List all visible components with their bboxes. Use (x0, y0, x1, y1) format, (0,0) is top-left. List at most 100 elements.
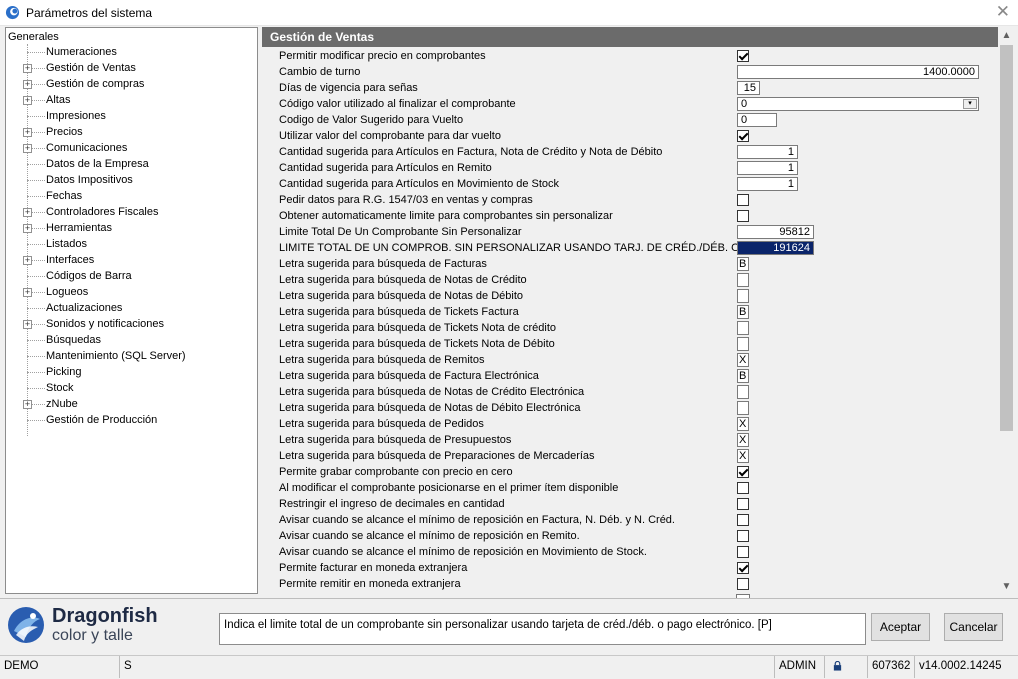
accept-button[interactable]: Aceptar (871, 613, 930, 641)
tree-item-codigos-de-barra[interactable]: Códigos de Barra (6, 268, 256, 284)
tree-item-picking[interactable]: Picking (6, 364, 256, 380)
scroll-up-icon[interactable]: ▲ (998, 27, 1015, 44)
tree-item-datos-impositivos[interactable]: Datos Impositivos (6, 172, 256, 188)
expand-icon[interactable]: + (23, 400, 32, 409)
property-checkbox[interactable] (737, 530, 749, 542)
letter-field[interactable]: B (737, 257, 749, 271)
letter-field[interactable] (737, 321, 749, 335)
letter-field[interactable] (737, 273, 749, 287)
tree-item-altas[interactable]: + Altas (6, 92, 256, 108)
category-tree[interactable]: Generales Numeraciones + Gestión de Ventas… (5, 27, 258, 594)
status-mode: DEMO (0, 656, 120, 678)
number-input[interactable]: 95812 (737, 225, 814, 239)
property-checkbox[interactable] (737, 130, 749, 142)
property-checkbox[interactable] (737, 514, 749, 526)
tree-item-gestion-de-produccion[interactable]: Gestión de Producción (6, 412, 256, 428)
letter-field[interactable] (737, 385, 749, 399)
tree-connector (27, 308, 45, 309)
number-input[interactable]: 1 (737, 161, 798, 175)
tree-item-busquedas[interactable]: Búsquedas (6, 332, 256, 348)
letter-field[interactable]: B (737, 369, 749, 383)
property-checkbox[interactable] (737, 546, 749, 558)
property-label: Letra sugerida para búsqueda de Remitos (279, 354, 485, 366)
expand-icon[interactable]: + (23, 144, 32, 153)
tree-item-label: Actualizaciones (46, 302, 123, 314)
tree-item-label: Altas (46, 94, 71, 106)
property-grid[interactable]: Permitir modificar precio en comprobante… (262, 47, 998, 595)
expand-icon[interactable]: + (23, 208, 32, 217)
chevron-down-icon[interactable]: ▾ (963, 99, 977, 109)
letter-field[interactable] (737, 337, 749, 351)
title-bar: Parámetros del sistema ✕ (0, 0, 1018, 26)
app-icon (5, 5, 20, 20)
expand-icon[interactable]: + (23, 96, 32, 105)
tree-item-stock[interactable]: Stock (6, 380, 256, 396)
tree-item-actualizaciones[interactable]: Actualizaciones (6, 300, 256, 316)
property-checkbox[interactable] (737, 578, 749, 590)
expand-icon[interactable]: + (23, 224, 32, 233)
letter-field[interactable]: X (737, 449, 749, 463)
letter-field[interactable] (737, 289, 749, 303)
expand-icon[interactable]: + (23, 320, 32, 329)
expand-icon[interactable]: + (23, 128, 32, 137)
tree-item-impresiones[interactable]: Impresiones (6, 108, 256, 124)
tree-item-listados[interactable]: Listados (6, 236, 256, 252)
dropdown-value: 0 (741, 98, 748, 110)
tree-item-logueos[interactable]: + Logueos (6, 284, 256, 300)
property-label: Letra sugerida para búsqueda de Tickets … (279, 322, 557, 334)
property-checkbox[interactable] (737, 498, 749, 510)
letter-field[interactable]: B (737, 305, 749, 319)
property-checkbox[interactable] (737, 50, 749, 62)
expand-icon[interactable]: + (23, 64, 32, 73)
tree-item-interfaces[interactable]: + Interfaces (6, 252, 256, 268)
letter-field[interactable]: X (737, 353, 749, 367)
status-bar: DEMO S ADMIN 607362 v14.0002.14245 (0, 655, 1018, 679)
tree-item-precios[interactable]: + Precios (6, 124, 256, 140)
property-checkbox[interactable] (737, 466, 749, 478)
property-checkbox[interactable] (737, 562, 749, 574)
tree-item-mantenimiento-sql-server[interactable]: Mantenimiento (SQL Server) (6, 348, 256, 364)
expand-icon[interactable]: + (23, 256, 32, 265)
letter-field[interactable]: X (737, 417, 749, 431)
tree-item-herramientas[interactable]: + Herramientas (6, 220, 256, 236)
tree-item-gestion-de-ventas[interactable]: + Gestión de Ventas (6, 60, 256, 76)
property-label: Letra sugerida para búsqueda de Preparac… (279, 450, 595, 462)
expand-icon[interactable]: + (23, 80, 32, 89)
tree-item-datos-de-la-empresa[interactable]: Datos de la Empresa (6, 156, 256, 172)
tree-root-generales[interactable]: Generales (8, 29, 59, 45)
tree-item-fechas[interactable]: Fechas (6, 188, 256, 204)
property-checkbox[interactable] (737, 194, 749, 206)
tree-item-znube[interactable]: + zNube (6, 396, 256, 412)
tree-item-label: Gestión de Producción (46, 414, 158, 426)
vertical-scrollbar[interactable]: ▲ ▼ (998, 27, 1015, 595)
number-input[interactable]: 1 (737, 145, 798, 159)
letter-field[interactable] (737, 401, 749, 415)
tree-item-controladores-fiscales[interactable]: + Controladores Fiscales (6, 204, 256, 220)
close-icon[interactable]: ✕ (996, 2, 1010, 22)
property-label: Días de vigencia para señas (279, 82, 418, 94)
tree-item-sonidos-y-notificaciones[interactable]: + Sonidos y notificaciones (6, 316, 256, 332)
property-checkbox[interactable] (737, 482, 749, 494)
property-label: Utilizar valor del comprobante para dar … (279, 130, 501, 142)
expand-icon[interactable]: + (23, 288, 32, 297)
number-input[interactable]: 15 (737, 81, 760, 95)
tree-connector (27, 116, 45, 117)
status-user: ADMIN (775, 656, 825, 678)
tree-item-label: Datos de la Empresa (46, 158, 149, 170)
property-checkbox[interactable] (737, 210, 749, 222)
property-row: Avisar cuando se alcance el mínimo de re… (262, 512, 998, 528)
letter-field[interactable]: X (737, 433, 749, 447)
scroll-down-icon[interactable]: ▼ (998, 578, 1015, 595)
scroll-thumb[interactable] (1000, 45, 1013, 431)
tree-connector (27, 356, 45, 357)
selected-number-input[interactable]: 191624 (737, 241, 814, 255)
number-input[interactable]: 1400.0000 (737, 65, 979, 79)
number-input[interactable]: 1 (737, 177, 798, 191)
property-dropdown[interactable]: 0 ▾ (737, 97, 979, 111)
cancel-button[interactable]: Cancelar (944, 613, 1003, 641)
tree-item-comunicaciones[interactable]: + Comunicaciones (6, 140, 256, 156)
tree-item-gestion-de-compras[interactable]: + Gestión de compras (6, 76, 256, 92)
tree-item-numeraciones[interactable]: Numeraciones (6, 44, 256, 60)
property-input[interactable]: 0 (737, 113, 777, 127)
property-row: Obtener automaticamente limite para comp… (262, 208, 998, 224)
